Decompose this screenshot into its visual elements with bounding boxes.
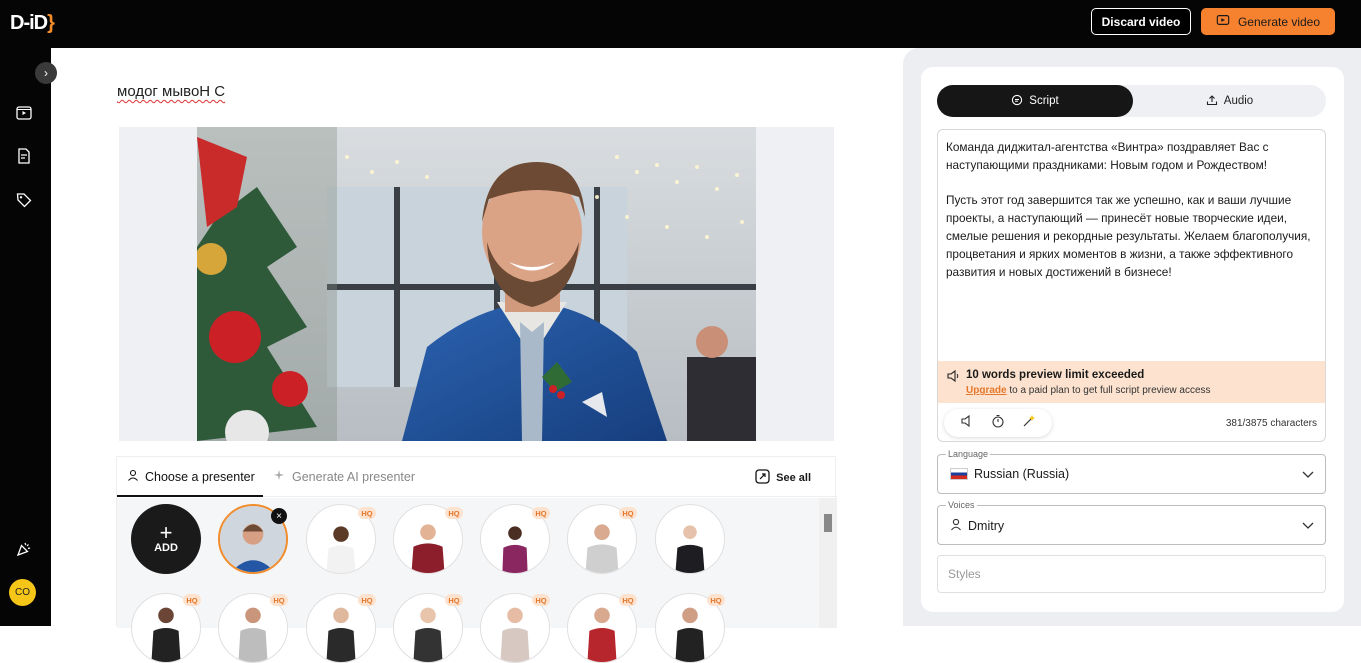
person-icon (127, 469, 139, 484)
hq-badge: HQ (619, 507, 637, 519)
see-all-button[interactable]: See all (755, 469, 811, 487)
upgrade-link[interactable]: Upgrade (966, 385, 1007, 396)
hq-badge: HQ (445, 594, 463, 606)
party-popper-icon[interactable] (15, 540, 33, 558)
script-textarea[interactable]: Команда диджитал-агентства «Винтра» позд… (946, 139, 1316, 299)
speaker-icon (946, 369, 960, 383)
chevron-down-icon (1301, 518, 1315, 532)
person-icon (950, 518, 962, 534)
close-icon: × (276, 510, 282, 522)
tab-generate-ai-presenter[interactable]: Generate AI presenter (273, 469, 415, 485)
voices-label: Voices (946, 500, 977, 510)
tab-generate-ai-presenter-label: Generate AI presenter (292, 470, 415, 484)
hq-badge: HQ (358, 594, 376, 606)
presenter-scrollbar[interactable] (819, 498, 837, 628)
language-value-text: Russian (Russia) (974, 467, 1070, 481)
tab-audio-label: Audio (1223, 95, 1254, 107)
styles-input[interactable]: Styles (937, 555, 1326, 593)
add-presenter-button[interactable]: + ADD (131, 504, 201, 574)
document-icon[interactable] (15, 147, 33, 165)
play-audio-icon[interactable] (960, 414, 974, 433)
script-paragraph: Пусть этот год завершится так же успешно… (946, 193, 1311, 279)
active-tab-indicator (117, 495, 263, 497)
limit-subtitle-rest: to a paid plan to get full script previe… (1006, 385, 1211, 396)
hq-badge: HQ (619, 594, 637, 606)
tab-script[interactable]: Script (937, 85, 1133, 117)
top-bar: D-iD} Discard video Generate video (0, 0, 1361, 48)
did-logo[interactable]: D-iD} (10, 12, 55, 35)
hq-badge: HQ (532, 594, 550, 606)
voices-select[interactable]: Voices Dmitry (937, 500, 1326, 545)
tab-choose-presenter[interactable]: Choose a presenter (127, 469, 255, 484)
voices-value-text: Dmitry (968, 519, 1005, 533)
video-library-icon[interactable] (15, 104, 33, 122)
hq-badge: HQ (445, 507, 463, 519)
discard-video-button[interactable]: Discard video (1091, 8, 1191, 35)
timer-icon[interactable] (991, 414, 1005, 433)
user-avatar[interactable]: CO (9, 579, 36, 606)
russia-flag-icon (950, 468, 968, 480)
hq-badge: HQ (270, 594, 288, 606)
upload-icon (1206, 94, 1218, 109)
script-editor[interactable]: Команда диджитал-агентства «Винтра» позд… (937, 129, 1326, 442)
logo-bracket: } (47, 12, 55, 34)
add-label: ADD (154, 542, 178, 554)
generate-video-button[interactable]: Generate video (1201, 8, 1335, 35)
generate-video-icon (1216, 13, 1230, 30)
hq-badge: HQ (183, 594, 201, 606)
generate-video-label: Generate video (1237, 14, 1321, 29)
hq-badge: HQ (358, 507, 376, 519)
presenter-tabs: Choose a presenter Generate AI presenter… (117, 457, 837, 497)
voices-value: Dmitry (950, 518, 1004, 534)
tab-choose-presenter-label: Choose a presenter (145, 469, 255, 484)
chevron-down-icon (1301, 467, 1315, 481)
chevron-right-icon: › (44, 66, 48, 80)
logo-text: D-iD (10, 12, 48, 34)
scrollbar-thumb[interactable] (824, 514, 832, 532)
presenter-thumb[interactable] (655, 504, 725, 574)
presenter-preview-illustration (197, 127, 756, 441)
plus-icon: + (159, 520, 173, 545)
left-sidebar (0, 48, 51, 626)
hq-badge: HQ (532, 507, 550, 519)
styles-placeholder: Styles (948, 567, 981, 581)
tag-icon[interactable] (15, 191, 33, 209)
expand-icon (755, 469, 770, 487)
presenter-portrait (675, 525, 705, 573)
chat-bubble-icon (1011, 94, 1023, 109)
tab-script-label: Script (1029, 95, 1059, 107)
preview-limit-banner: 10 words preview limit exceeded Upgrade … (938, 361, 1325, 403)
language-select[interactable]: Language Russian (Russia) (937, 449, 1326, 494)
remove-presenter-button[interactable]: × (271, 508, 287, 524)
hq-badge: HQ (707, 594, 725, 606)
language-label: Language (946, 449, 991, 459)
see-all-label: See all (776, 472, 811, 484)
script-tools (944, 409, 1052, 437)
script-paragraph: Команда диджитал-агентства «Винтра» позд… (946, 140, 1269, 172)
tab-audio[interactable]: Audio (1133, 85, 1326, 117)
limit-subtitle: Upgrade to a paid plan to get full scrip… (966, 385, 1211, 396)
video-title-input[interactable]: модог мывоН С (117, 83, 225, 100)
sparkle-icon (273, 469, 286, 485)
presenter-preview-image (197, 127, 756, 441)
magic-wand-icon[interactable] (1022, 414, 1036, 433)
sidebar-expand-button[interactable]: › (35, 62, 57, 84)
language-value: Russian (Russia) (950, 467, 1069, 481)
character-count: 381/3875 characters (1225, 418, 1317, 429)
limit-title: 10 words preview limit exceeded (966, 369, 1145, 381)
